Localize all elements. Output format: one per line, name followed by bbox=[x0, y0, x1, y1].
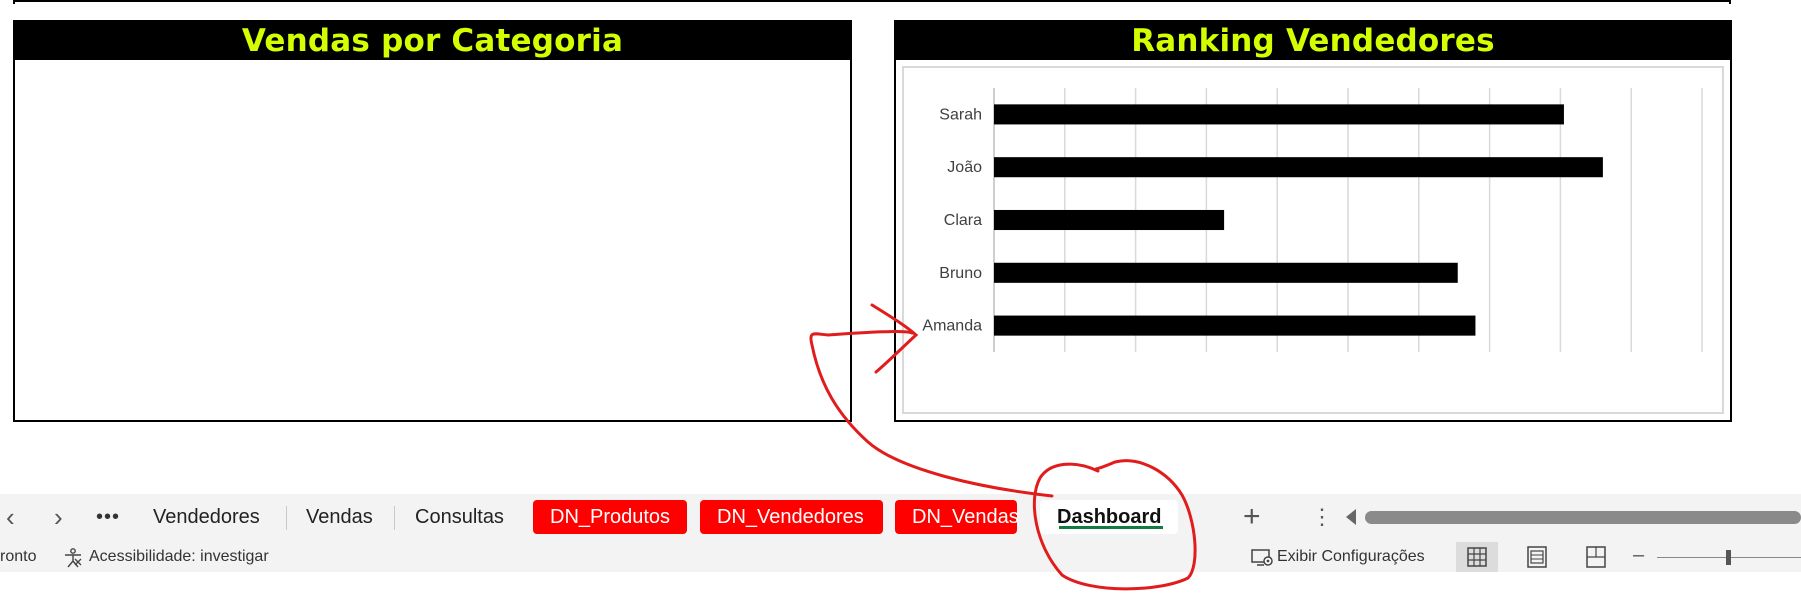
display-settings-label[interactable]: Exibir Configurações bbox=[1277, 548, 1425, 566]
sheet-tab-consultas[interactable]: Consultas bbox=[398, 500, 521, 534]
page-layout-icon bbox=[1527, 546, 1547, 568]
chart-bar[interactable] bbox=[994, 315, 1476, 336]
display-settings-icon[interactable] bbox=[1251, 548, 1275, 573]
page-break-view-button[interactable] bbox=[1575, 542, 1617, 572]
chart-category-label: Clara bbox=[944, 212, 982, 229]
chevron-left-icon[interactable]: ‹ bbox=[6, 504, 15, 530]
sales-by-category-panel[interactable]: Vendas por Categoria bbox=[13, 20, 852, 422]
sheet-tab-vendedores[interactable]: Vendedores bbox=[136, 500, 277, 534]
page-break-icon bbox=[1586, 546, 1606, 568]
seller-ranking-panel[interactable]: Ranking Vendedores Sarah João Clara Bruno Am… bbox=[894, 20, 1732, 422]
chart-category-label: Amanda bbox=[922, 318, 982, 335]
sheet-options-button[interactable]: ⋮ bbox=[1311, 504, 1333, 530]
page-layout-view-button[interactable] bbox=[1516, 542, 1558, 572]
scroll-left-icon[interactable] bbox=[1346, 509, 1356, 525]
sheet-tab-dn-produtos[interactable]: DN_Produtos bbox=[533, 500, 687, 534]
tab-divider bbox=[394, 506, 395, 530]
seller-ranking-title: Ranking Vendedores bbox=[896, 22, 1730, 60]
zoom-out-button[interactable]: – bbox=[1633, 544, 1644, 567]
chart-category-label: Sarah bbox=[939, 106, 982, 123]
chart-bar[interactable] bbox=[994, 157, 1603, 178]
sheet-tab-bar: ‹ › ••• Vendedores Vendas Consultas DN_P… bbox=[0, 494, 1801, 542]
add-sheet-button[interactable]: + bbox=[1243, 500, 1261, 534]
chart-bar[interactable] bbox=[994, 104, 1564, 125]
previous-panel-edge bbox=[13, 0, 15, 4]
sales-by-category-title: Vendas por Categoria bbox=[15, 22, 850, 60]
chart-category-label: Bruno bbox=[939, 265, 982, 282]
chart-bar[interactable] bbox=[994, 262, 1458, 283]
sheet-tab-vendas[interactable]: Vendas bbox=[289, 500, 390, 534]
previous-panel-border bbox=[13, 0, 1731, 2]
status-bar: ronto Acessibilidade: investigar Exibir … bbox=[0, 542, 1801, 572]
seller-ranking-chart[interactable]: Sarah João Clara Bruno Amanda bbox=[902, 66, 1724, 414]
sheet-tab-dn-vendedores[interactable]: DN_Vendedores bbox=[700, 500, 883, 534]
more-sheets-button[interactable]: ••• bbox=[96, 506, 120, 529]
seller-ranking-chart-svg: Sarah João Clara Bruno Amanda bbox=[922, 88, 1703, 352]
accessibility-icon[interactable] bbox=[62, 548, 84, 573]
accessibility-status[interactable]: Acessibilidade: investigar bbox=[89, 548, 269, 566]
chart-category-label: João bbox=[947, 159, 982, 176]
chevron-right-icon[interactable]: › bbox=[54, 504, 63, 530]
chart-bar[interactable] bbox=[994, 209, 1225, 231]
horizontal-scrollbar[interactable] bbox=[1365, 511, 1801, 524]
tab-divider bbox=[286, 506, 287, 530]
previous-panel-edge bbox=[1729, 0, 1731, 4]
active-tab-indicator bbox=[1059, 526, 1163, 529]
zoom-slider-thumb[interactable] bbox=[1726, 550, 1731, 565]
grid-icon bbox=[1467, 547, 1487, 567]
sheet-tab-dn-vendas[interactable]: DN_Vendas bbox=[895, 500, 1019, 534]
normal-view-button[interactable] bbox=[1456, 542, 1498, 572]
status-ready: ronto bbox=[0, 548, 37, 565]
